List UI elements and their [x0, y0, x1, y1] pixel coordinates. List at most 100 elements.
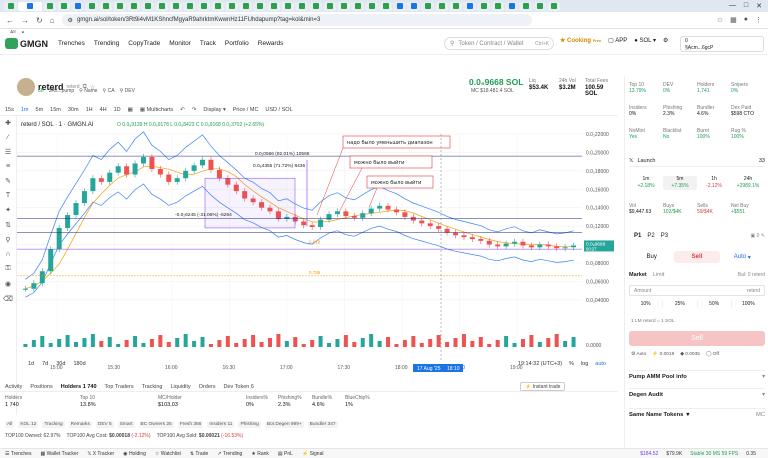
bribe-fee[interactable]: ◆ 0.0035: [680, 352, 700, 357]
profile-icon[interactable]: ●: [744, 16, 748, 24]
sell-tab[interactable]: Sell: [674, 251, 720, 263]
period-1m[interactable]: 1m +2.18%: [629, 176, 663, 190]
auto-tab[interactable]: Auto ▾: [720, 251, 765, 263]
buy-tab[interactable]: Buy: [629, 251, 674, 263]
tab-activity[interactable]: Activity: [5, 384, 22, 390]
magnet-icon[interactable]: ∩: [5, 251, 10, 258]
nav-rewards[interactable]: Rewards: [258, 40, 284, 47]
interval-1h[interactable]: 1H: [86, 107, 93, 113]
horizontal-line-icon[interactable]: ☰: [5, 148, 11, 156]
percent-toggle[interactable]: %: [569, 361, 574, 367]
same-name-sort[interactable]: MC: [756, 412, 765, 418]
sell-button[interactable]: Sell: [629, 331, 765, 346]
address-bar[interactable]: ⚙ gmgn.ai/sol/token/3Rt9i4vM1KShncfMgyaR…: [61, 14, 532, 26]
lock-icon[interactable]: ⚿: [5, 265, 10, 273]
price-chart[interactable]: 0.0₂22000 0.0₂20000 0.0₂18000 0.0₂16000 0.0₂…: [17, 116, 617, 374]
maximize-icon[interactable]: □: [744, 2, 748, 10]
brush-icon[interactable]: ✎: [5, 177, 11, 185]
browser-tab[interactable]: [323, 1, 336, 11]
browser-tab[interactable]: [43, 1, 56, 11]
section-pump-amm[interactable]: Pump AMM Pool info ▾: [629, 370, 765, 382]
browser-tab[interactable]: [435, 1, 448, 11]
nav-copytrade[interactable]: CopyTrade: [128, 40, 160, 47]
browser-tab[interactable]: [99, 1, 112, 11]
interval-1d[interactable]: 1D: [114, 107, 121, 113]
holder-filter[interactable]: Bundler 347: [307, 421, 338, 428]
interval-15m[interactable]: 15m: [50, 107, 61, 113]
browser-tab[interactable]: [337, 1, 350, 11]
browser-tab[interactable]: [365, 1, 378, 11]
log-toggle[interactable]: log: [581, 361, 588, 367]
browser-tab[interactable]: [281, 1, 294, 11]
browser-tab[interactable]: [421, 1, 434, 11]
priority-fee[interactable]: ⚡ 0.0019: [652, 352, 674, 357]
holder-filter[interactable]: Smart: [117, 421, 135, 428]
tab-liquidity[interactable]: Liquidity: [170, 384, 190, 390]
close-icon[interactable]: ✕: [756, 2, 762, 10]
browser-tab[interactable]: [477, 1, 490, 11]
app-button[interactable]: ▢ APP: [608, 37, 627, 44]
amount-input[interactable]: Amount reterd: [629, 285, 765, 296]
browser-tab[interactable]: [295, 1, 308, 11]
instant-trade-button[interactable]: ⚡ Instant trade: [520, 382, 566, 391]
footer-item[interactable]: ↗ Trending: [217, 451, 242, 457]
section-same-name[interactable]: Same Name Tokens ▾ MC: [629, 408, 765, 420]
browser-tab[interactable]: [113, 1, 126, 11]
browser-tab[interactable]: [533, 1, 546, 11]
browser-tab[interactable]: [463, 1, 476, 11]
crosshair-icon[interactable]: ✚: [5, 119, 11, 127]
browser-tab[interactable]: [71, 1, 84, 11]
pct-100[interactable]: 100%: [732, 301, 765, 307]
browser-tab[interactable]: [197, 1, 210, 11]
browser-tab[interactable]: [519, 1, 532, 11]
pct-25[interactable]: 25%: [663, 301, 698, 307]
footer-item[interactable]: ☆ Watchlist: [155, 451, 181, 457]
extension-icon[interactable]: ▦: [730, 16, 737, 24]
trendline-icon[interactable]: ∕: [7, 134, 8, 141]
browser-tab[interactable]: [85, 1, 98, 11]
dev-search-button[interactable]: ⚲ DEV: [120, 88, 135, 94]
text-icon[interactable]: T: [6, 192, 10, 199]
launch-row[interactable]: 𝕏 Launch 33: [629, 156, 765, 167]
nav-track[interactable]: Track: [200, 40, 216, 47]
browser-tab[interactable]: [4, 1, 17, 11]
holder-filter[interactable]: BC Owners 25: [138, 421, 174, 428]
usd-sol-toggle[interactable]: USD / SOL: [265, 107, 292, 113]
home-icon[interactable]: ⌂: [50, 16, 55, 25]
browser-tab[interactable]: [169, 1, 182, 11]
search-input[interactable]: ⚲ Token / Contract / Wallet Ctrl+K: [444, 37, 554, 50]
holder-filter[interactable]: DEV 5: [95, 421, 114, 428]
interval-1m[interactable]: 1m: [21, 107, 29, 113]
range-7d[interactable]: 7d: [42, 361, 48, 367]
browser-tab[interactable]: [309, 1, 322, 11]
gmgn-logo[interactable]: GMGN: [5, 38, 48, 49]
browser-tab[interactable]: [407, 1, 420, 11]
site-info-icon[interactable]: ⚙: [68, 17, 73, 24]
redo-icon[interactable]: ↷: [192, 107, 197, 113]
period-1h[interactable]: 1h -2.12%: [697, 176, 731, 190]
tab-dev-token[interactable]: Dev Token 6: [223, 384, 253, 390]
holder-filter[interactable]: Tracking: [42, 421, 65, 428]
browser-tab[interactable]: [57, 1, 70, 11]
period-5m[interactable]: 5m +7.35%: [663, 176, 697, 190]
browser-tab[interactable]: [253, 1, 266, 11]
nav-trenches[interactable]: Trenches: [58, 40, 85, 47]
section-degen-audit[interactable]: Degen Audit ▾: [629, 388, 765, 400]
browser-tab[interactable]: [18, 1, 42, 11]
holder-filter[interactable]: All: [5, 421, 15, 428]
tab-orders[interactable]: Orders: [199, 384, 216, 390]
minimize-icon[interactable]: —: [729, 2, 736, 10]
period-24h[interactable]: 24h +2989.1%: [731, 176, 765, 190]
trash-icon[interactable]: ⌫: [3, 295, 13, 303]
holder-filter[interactable]: Bot Degen 999+: [264, 421, 304, 428]
preset-p1[interactable]: P1: [634, 233, 641, 239]
limit-tab[interactable]: Limit: [653, 272, 665, 278]
slippage-auto[interactable]: ⚙ Auto: [631, 352, 646, 357]
tab-top-traders[interactable]: Top Traders: [105, 384, 134, 390]
browser-tab[interactable]: [547, 1, 560, 11]
chart-canvas[interactable]: 0.0₂22000 0.0₂20000 0.0₂18000 0.0₂16000 0.0₂…: [17, 116, 617, 374]
multicharts-button[interactable]: ▦ Multicharts: [140, 107, 173, 113]
browser-tab[interactable]: [155, 1, 168, 11]
footer-item[interactable]: ◉ Holding: [123, 451, 146, 457]
browser-tab[interactable]: [239, 1, 252, 11]
